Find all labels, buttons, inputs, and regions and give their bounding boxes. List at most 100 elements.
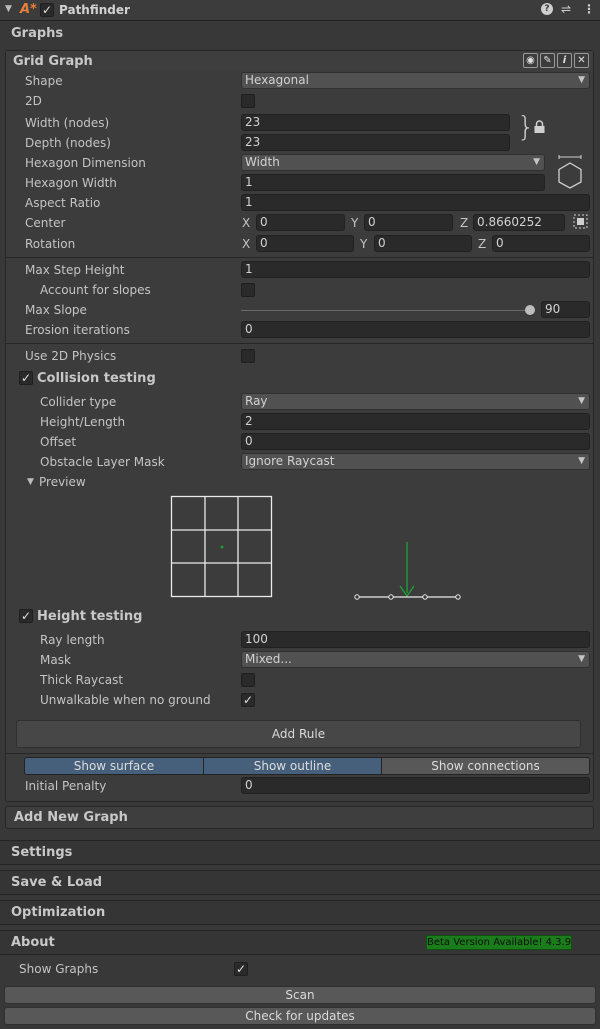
collision-preview-grid xyxy=(170,495,273,598)
hex-width-label: Hexagon Width xyxy=(25,176,117,190)
settings-section-header[interactable]: Settings xyxy=(0,840,600,865)
account-slopes-checkbox[interactable] xyxy=(241,283,255,297)
depth-label: Depth (nodes) xyxy=(25,136,111,150)
show-graphs-label: Show Graphs xyxy=(19,962,99,976)
height-length-label: Height/Length xyxy=(40,415,126,429)
height-mask-dropdown[interactable]: Mixed... ▼ xyxy=(241,651,590,668)
component-enabled-checkbox[interactable]: ✓ xyxy=(40,3,54,17)
aspect-ratio-field[interactable]: 1 xyxy=(241,194,590,211)
collision-side-preview xyxy=(354,542,461,600)
initial-penalty-field[interactable]: 0 xyxy=(241,777,590,794)
max-step-height-field[interactable]: 1 xyxy=(241,261,590,278)
preset-icon[interactable]: ⇌ xyxy=(561,2,571,16)
depth-field[interactable]: 23 xyxy=(241,134,510,151)
rotation-x-axis-label: X xyxy=(242,237,251,251)
add-rule-button[interactable]: Add Rule xyxy=(16,720,581,748)
unwalkable-label: Unwalkable when no ground xyxy=(40,693,211,707)
rotation-y-axis-label: Y xyxy=(360,237,368,251)
max-step-height-label: Max Step Height xyxy=(25,263,125,277)
shape-dropdown[interactable]: Hexagonal ▼ xyxy=(241,72,590,89)
beta-version-badge[interactable]: Beta Version Available! 4.3.94 xyxy=(426,935,572,950)
height-mask-value: Mixed... xyxy=(245,652,292,666)
erosion-label: Erosion iterations xyxy=(25,323,130,337)
two-d-checkbox[interactable] xyxy=(241,94,255,108)
hexagon-icon xyxy=(558,155,582,189)
collider-type-value: Ray xyxy=(245,394,268,408)
divider xyxy=(6,257,593,258)
height-length-field[interactable]: 2 xyxy=(241,413,590,430)
add-new-graph-title: Add New Graph xyxy=(14,810,128,825)
add-new-graph-header[interactable]: Add New Graph xyxy=(5,806,594,829)
chevron-down-icon: ▼ xyxy=(578,396,585,406)
save-load-section-header[interactable]: Save & Load xyxy=(0,870,600,895)
info-icon[interactable]: i xyxy=(557,53,572,68)
show-outline-toggle[interactable]: Show outline xyxy=(203,757,382,775)
component-title: Pathfinder xyxy=(59,3,130,17)
divider xyxy=(6,343,593,344)
width-label: Width (nodes) xyxy=(25,116,110,130)
preview-label: Preview xyxy=(39,475,86,489)
settings-title: Settings xyxy=(11,845,73,860)
edit-pencil-icon[interactable]: ✎ xyxy=(540,53,555,68)
obstacle-mask-value: Ignore Raycast xyxy=(245,454,335,468)
save-load-title: Save & Load xyxy=(11,875,103,890)
lock-icon[interactable] xyxy=(533,120,546,134)
about-title: About xyxy=(11,935,55,950)
chevron-down-icon: ▼ xyxy=(578,654,585,664)
center-y-field[interactable]: 0 xyxy=(364,214,453,231)
thick-raycast-checkbox[interactable] xyxy=(241,673,255,687)
rotation-x-field[interactable]: 0 xyxy=(256,235,354,252)
help-icon[interactable]: ? xyxy=(541,3,553,15)
grid-graph-header[interactable] xyxy=(6,51,593,71)
preview-foldout-icon[interactable]: ▼ xyxy=(27,477,34,487)
foldout-arrow-icon[interactable]: ▼ xyxy=(5,4,12,14)
shape-value: Hexagonal xyxy=(245,73,309,87)
height-testing-checkbox[interactable]: ✓ xyxy=(19,609,33,623)
rotation-y-field[interactable]: 0 xyxy=(374,235,472,252)
two-d-label: 2D xyxy=(25,94,42,108)
graphs-section-header[interactable]: Graphs xyxy=(0,22,600,46)
divider xyxy=(6,753,593,754)
use-2d-physics-checkbox[interactable] xyxy=(241,349,255,363)
snap-grid-icon[interactable] xyxy=(572,213,589,230)
ray-length-field[interactable]: 100 xyxy=(241,631,590,648)
hex-width-field[interactable]: 1 xyxy=(241,174,545,191)
show-connections-toggle[interactable]: Show connections xyxy=(381,757,590,775)
max-slope-slider-thumb[interactable] xyxy=(525,305,535,315)
obstacle-mask-dropdown[interactable]: Ignore Raycast ▼ xyxy=(241,453,590,470)
shape-label: Shape xyxy=(25,74,63,88)
hex-dimension-value: Width xyxy=(245,155,280,169)
visibility-eye-icon[interactable]: ◉ xyxy=(523,53,538,68)
aspect-ratio-label: Aspect Ratio xyxy=(25,196,101,210)
astar-logo-icon: A* xyxy=(20,2,37,17)
hex-dimension-dropdown[interactable]: Width ▼ xyxy=(241,154,545,171)
scan-button[interactable]: Scan xyxy=(4,986,596,1004)
chevron-down-icon: ▼ xyxy=(578,456,585,466)
erosion-field[interactable]: 0 xyxy=(241,321,590,338)
show-graphs-checkbox[interactable]: ✓ xyxy=(234,962,248,976)
initial-penalty-label: Initial Penalty xyxy=(25,779,107,793)
check-updates-button[interactable]: Check for updates xyxy=(4,1007,596,1025)
collider-type-label: Collider type xyxy=(40,395,117,409)
center-z-axis-label: Z xyxy=(460,216,469,230)
kebab-menu-icon[interactable]: ⋮ xyxy=(583,2,595,16)
max-slope-field[interactable]: 90 xyxy=(541,301,590,318)
collider-type-dropdown[interactable]: Ray ▼ xyxy=(241,393,590,410)
close-graph-icon[interactable]: ✕ xyxy=(574,53,589,68)
max-slope-label: Max Slope xyxy=(25,303,87,317)
center-label: Center xyxy=(25,216,66,230)
center-y-axis-label: Y xyxy=(351,216,359,230)
center-z-field[interactable]: 0.8660252 xyxy=(473,214,565,231)
center-x-field[interactable]: 0 xyxy=(256,214,345,231)
rotation-z-field[interactable]: 0 xyxy=(492,235,590,252)
rotation-z-axis-label: Z xyxy=(478,237,487,251)
unwalkable-checkbox[interactable]: ✓ xyxy=(241,693,255,707)
center-x-axis-label: X xyxy=(242,216,251,230)
rotation-label: Rotation xyxy=(25,237,76,251)
offset-field[interactable]: 0 xyxy=(241,433,590,450)
show-surface-toggle[interactable]: Show surface xyxy=(24,757,204,775)
optimization-section-header[interactable]: Optimization xyxy=(0,900,600,925)
collision-testing-checkbox[interactable]: ✓ xyxy=(19,371,33,385)
max-slope-slider-track[interactable] xyxy=(241,310,531,311)
width-field[interactable]: 23 xyxy=(241,114,510,131)
